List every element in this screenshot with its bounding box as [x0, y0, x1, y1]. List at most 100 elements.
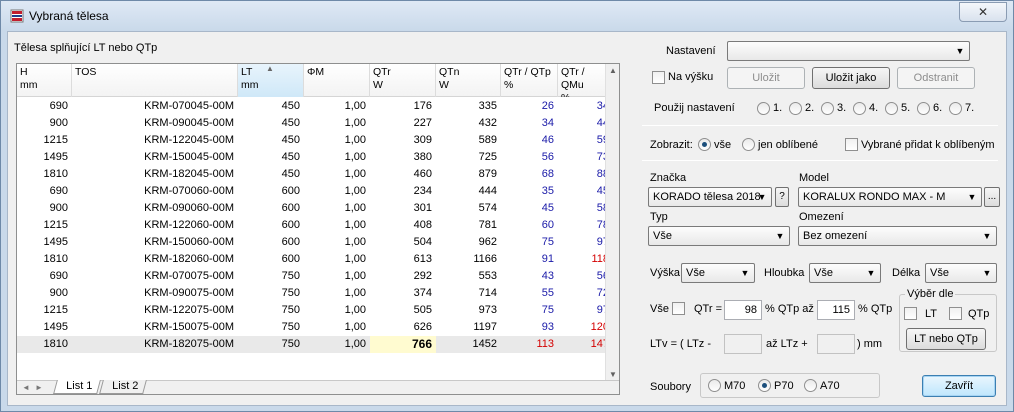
- preset-radio-2[interactable]: [789, 102, 802, 115]
- column-header-unit: mm: [20, 79, 38, 91]
- preset-radio-1[interactable]: [757, 102, 770, 115]
- vertical-scrollbar[interactable]: ▲ ▼: [605, 64, 619, 382]
- length-select[interactable]: Vše ▼: [925, 263, 997, 283]
- cell-lt: 450: [281, 151, 300, 163]
- cell-h: 1215: [43, 134, 68, 146]
- qtp-to-input[interactable]: 115: [817, 300, 855, 320]
- tab-list-1[interactable]: List 1: [53, 380, 102, 394]
- column-header-qtr[interactable]: QTr W: [370, 64, 436, 97]
- help-button[interactable]: ?: [775, 187, 789, 207]
- chevron-down-icon: ▼: [967, 192, 977, 202]
- cell-p2: 120: [590, 321, 607, 333]
- depth-select[interactable]: Vše ▼: [809, 263, 881, 283]
- table-row[interactable]: 690 KRM-070045-00M 450 1,00 176 335 26 34: [17, 98, 607, 115]
- cell-qtn: 553: [478, 270, 497, 282]
- table-row[interactable]: 1810 KRM-182045-00M 450 1,00 460 879 68 88: [17, 166, 607, 183]
- na-vysku-label: Na výšku: [668, 71, 714, 83]
- model-select[interactable]: KORALUX RONDO MAX - M ▼: [798, 187, 982, 207]
- column-header-tos[interactable]: TOS: [72, 64, 238, 97]
- table-row[interactable]: 1495 KRM-150045-00M 450 1,00 380 725 56 73: [17, 149, 607, 166]
- results-grid[interactable]: Hmm TOS LT mm ▲ ΦM QTr W QTn W QTr / QTp% QTr / QMu…: [16, 63, 620, 395]
- column-header-fm[interactable]: ΦM: [304, 64, 370, 97]
- display-favorites-label: jen oblíbené: [758, 139, 818, 151]
- table-row[interactable]: 1215 KRM-122060-00M 600 1,00 408 781 60 78: [17, 217, 607, 234]
- cell-qtr: 309: [413, 134, 432, 146]
- close-button[interactable]: Zavřít: [922, 375, 996, 397]
- cell-qtn: 589: [478, 134, 497, 146]
- save-as-button[interactable]: Uložit jako: [812, 67, 890, 89]
- file-m70-radio[interactable]: [708, 379, 721, 392]
- preset-radio-6[interactable]: [917, 102, 930, 115]
- all-checkbox[interactable]: [672, 302, 685, 315]
- cell-fm: 1,00: [344, 134, 366, 146]
- brand-select[interactable]: KORADO tělesa 2018 ▼: [648, 187, 772, 207]
- column-header-qtn[interactable]: QTn W: [436, 64, 501, 97]
- qtp-from-input[interactable]: 98: [724, 300, 762, 320]
- table-row[interactable]: 900 KRM-090075-00M 750 1,00 374 714 55 72: [17, 285, 607, 302]
- grid-body[interactable]: 690 KRM-070045-00M 450 1,00 176 335 26 34 900 KRM…: [17, 98, 607, 383]
- restriction-select[interactable]: Bez omezení ▼: [798, 226, 997, 246]
- scroll-up-icon[interactable]: ▲: [606, 64, 620, 78]
- column-header-unit: W: [373, 79, 383, 91]
- settings-select[interactable]: ▼: [727, 41, 970, 61]
- table-row[interactable]: 1495 KRM-150060-00M 600 1,00 504 962 75 97: [17, 234, 607, 251]
- table-row[interactable]: 1810 KRM-182075-00M 750 1,00 766 1452 113 147: [17, 336, 607, 353]
- table-row[interactable]: 1810 KRM-182060-00M 600 1,00 613 1166 91 118: [17, 251, 607, 268]
- table-row[interactable]: 900 KRM-090060-00M 600 1,00 301 574 45 58: [17, 200, 607, 217]
- preset-radio-7[interactable]: [949, 102, 962, 115]
- more-options-button[interactable]: ...: [984, 187, 1000, 207]
- all-label: Vše: [650, 303, 669, 315]
- cell-tos: KRM-122075-00M: [144, 304, 234, 316]
- table-row[interactable]: 900 KRM-090045-00M 450 1,00 227 432 34 44: [17, 115, 607, 132]
- ltz-minus-input[interactable]: [724, 334, 762, 354]
- preset-radio-4[interactable]: [853, 102, 866, 115]
- cell-lt: 750: [281, 287, 300, 299]
- title-bar[interactable]: Vybraná tělesa ✕: [1, 1, 1013, 31]
- table-row[interactable]: 1215 KRM-122045-00M 450 1,00 309 589 46 59: [17, 132, 607, 149]
- column-header-p1[interactable]: QTr / QTp%: [501, 64, 558, 97]
- preset-label: 6.: [933, 102, 943, 114]
- na-vysku-checkbox[interactable]: [652, 71, 665, 84]
- file-p70-radio[interactable]: [758, 379, 771, 392]
- cell-h: 900: [49, 202, 68, 214]
- lt-or-qtp-button[interactable]: LT nebo QTp: [906, 328, 986, 350]
- cell-qtn: 879: [478, 168, 497, 180]
- display-all-radio[interactable]: [698, 138, 711, 151]
- cell-qtn: 725: [478, 151, 497, 163]
- table-row[interactable]: 1495 KRM-150075-00M 750 1,00 626 1197 93 120: [17, 319, 607, 336]
- delete-button[interactable]: Odstranit: [897, 67, 975, 89]
- cell-qtn: 781: [478, 219, 497, 231]
- tab-list-2[interactable]: List 2: [99, 380, 148, 394]
- tab-prev-icon[interactable]: ◄: [22, 381, 30, 394]
- table-row[interactable]: 690 KRM-070060-00M 600 1,00 234 444 35 45: [17, 183, 607, 200]
- table-row[interactable]: 1215 KRM-122075-00M 750 1,00 505 973 75 97: [17, 302, 607, 319]
- height-select[interactable]: Vše ▼: [681, 263, 755, 283]
- add-favorites-checkbox[interactable]: [845, 138, 858, 151]
- display-favorites-radio[interactable]: [742, 138, 755, 151]
- lt-checkbox[interactable]: [904, 307, 917, 320]
- close-window-button[interactable]: ✕: [959, 2, 1007, 22]
- preset-radio-5[interactable]: [885, 102, 898, 115]
- save-button[interactable]: Uložit: [727, 67, 805, 89]
- tab-next-icon[interactable]: ►: [35, 381, 43, 394]
- cell-p2: 78: [596, 219, 607, 231]
- cell-p1: 26: [541, 100, 554, 112]
- tab-label: List 2: [112, 380, 139, 392]
- preset-radio-3[interactable]: [821, 102, 834, 115]
- cell-qtn: 1452: [472, 338, 497, 350]
- column-header-lt[interactable]: LT mm ▲: [238, 64, 304, 97]
- cell-tos: KRM-150045-00M: [144, 151, 234, 163]
- table-row[interactable]: 690 KRM-070075-00M 750 1,00 292 553 43 56: [17, 268, 607, 285]
- qtr-equals-label: QTr =: [694, 303, 723, 315]
- cell-tos: KRM-182060-00M: [144, 253, 234, 265]
- height-label: Výška: [650, 267, 680, 279]
- qtp-checkbox[interactable]: [949, 307, 962, 320]
- column-header-h[interactable]: Hmm: [17, 64, 72, 97]
- cell-p1: 60: [541, 219, 554, 231]
- file-a70-radio[interactable]: [804, 379, 817, 392]
- grid-header: Hmm TOS LT mm ▲ ΦM QTr W QTn W QTr / QTp% QTr / QMu…: [17, 64, 613, 97]
- brand-label: Značka: [650, 172, 687, 184]
- cell-fm: 1,00: [344, 117, 366, 129]
- ltz-plus-input[interactable]: [817, 334, 855, 354]
- type-select[interactable]: Vše ▼: [648, 226, 790, 246]
